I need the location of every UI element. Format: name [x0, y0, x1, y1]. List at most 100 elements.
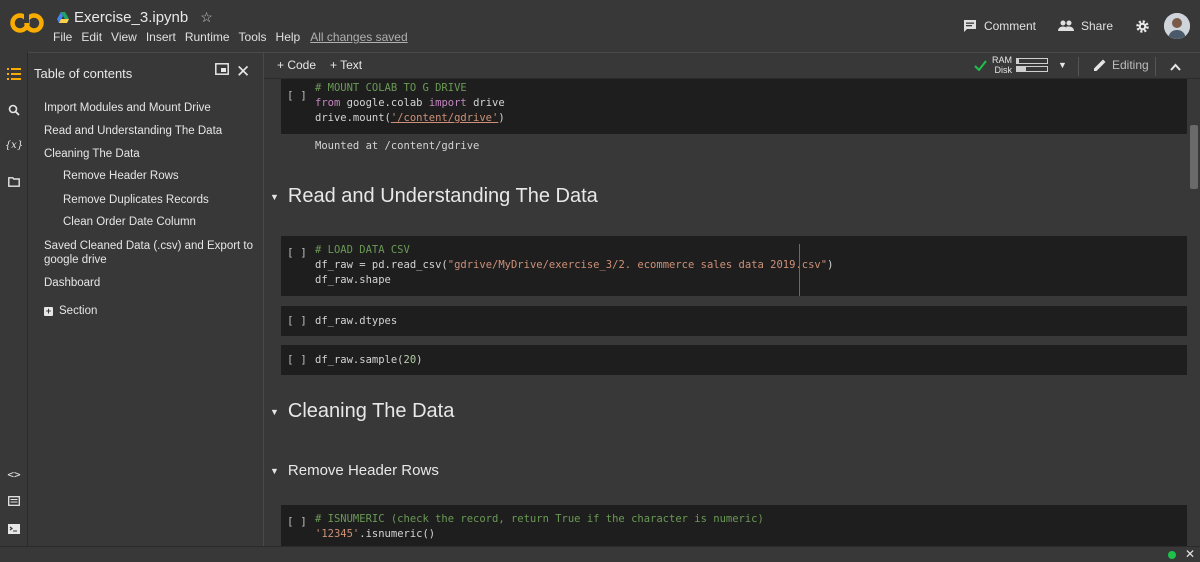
heading-read-data[interactable]: ▼ Read and Understanding The Data	[270, 185, 598, 208]
code-text: google.colab	[340, 97, 429, 109]
heading-text: Cleaning The Data	[287, 400, 455, 422]
connection-status-dot[interactable]	[1168, 551, 1176, 559]
toc-item-remove-header[interactable]: Remove Header Rows	[63, 169, 179, 183]
command-palette-icon[interactable]	[6, 493, 22, 509]
people-icon	[1057, 20, 1074, 31]
save-status-link[interactable]: All changes saved	[310, 30, 407, 44]
user-avatar[interactable]	[1164, 13, 1190, 39]
heading-text: Read and Understanding The Data	[287, 185, 598, 207]
terminal-icon[interactable]	[6, 521, 22, 537]
notebook-content[interactable]: [ ] # MOUNT COLAB TO G DRIVE from google…	[264, 79, 1200, 546]
code-cell-dtypes[interactable]: [ ] df_raw.dtypes	[281, 306, 1187, 336]
editing-mode-button[interactable]: Editing	[1094, 58, 1149, 72]
add-section-label: Section	[59, 305, 98, 317]
table-of-contents-panel: Table of contents ✕ Import Modules and M…	[28, 52, 264, 546]
run-cell-button[interactable]: [ ]	[287, 314, 307, 327]
toc-item-saved-cleaned[interactable]: Saved Cleaned Data (.csv) and Export to …	[44, 239, 256, 267]
variables-icon[interactable]: {x}	[5, 137, 23, 153]
resource-labels: RAM Disk	[992, 55, 1012, 75]
code-snippets-icon[interactable]: <>	[6, 466, 22, 482]
run-cell-button[interactable]: [ ]	[287, 353, 307, 366]
ruler-line	[799, 244, 800, 296]
heading-remove-header-rows[interactable]: ▼ Remove Header Rows	[270, 462, 439, 479]
run-cell-button[interactable]: [ ]	[287, 89, 307, 102]
code-text: df_raw.dtypes	[315, 315, 398, 327]
run-cell-button[interactable]: [ ]	[287, 246, 307, 259]
disk-usage-fill	[1017, 67, 1026, 71]
notebook-file-name[interactable]: Exercise_3.ipynb	[74, 9, 188, 26]
run-cell-button[interactable]: [ ]	[287, 515, 307, 528]
heading-cleaning-data[interactable]: ▼ Cleaning The Data	[270, 400, 454, 423]
toc-item-read-data[interactable]: Read and Understanding The Data	[44, 124, 222, 138]
checkmark-icon	[974, 59, 987, 71]
comment-label: Comment	[983, 19, 1036, 33]
close-icon[interactable]: ✕	[1185, 547, 1195, 561]
share-label: Share	[1080, 19, 1113, 33]
code-editor[interactable]: df_raw.sample(20)	[315, 353, 423, 368]
code-string: '/content/gdrive'	[390, 112, 499, 124]
heading-text: Remove Header Rows	[287, 462, 439, 479]
toc-item-import-modules[interactable]: Import Modules and Mount Drive	[44, 101, 211, 115]
menu-insert[interactable]: Insert	[146, 30, 176, 44]
header-actions: Comment Share	[963, 12, 1200, 40]
ram-usage-fill	[1017, 59, 1019, 63]
colab-logo[interactable]	[10, 10, 44, 36]
menu-edit[interactable]: Edit	[81, 30, 102, 44]
add-section-button[interactable]: + Section	[44, 305, 97, 317]
vertical-scrollbar[interactable]	[1190, 125, 1198, 189]
code-cell-isnumeric[interactable]: [ ] # ISNUMERIC (check the record, retur…	[281, 505, 1187, 546]
code-editor[interactable]: df_raw.dtypes	[315, 314, 397, 329]
code-cell-sample[interactable]: [ ] df_raw.sample(20)	[281, 345, 1187, 375]
add-text-button[interactable]: + Text	[330, 58, 362, 72]
google-drive-icon[interactable]	[57, 11, 69, 23]
toc-item-dashboard[interactable]: Dashboard	[44, 276, 100, 290]
comment-button[interactable]: Comment	[963, 19, 1036, 33]
code-text: drive	[466, 97, 505, 109]
star-icon[interactable]: ☆	[200, 9, 213, 26]
notebook-toolbar: + Code + Text RAM Disk ▼ Editing	[264, 52, 1200, 79]
collapse-caret-icon[interactable]: ▼	[270, 192, 279, 202]
pencil-icon	[1094, 59, 1106, 71]
toc-item-clean-order-date[interactable]: Clean Order Date Column	[63, 215, 196, 229]
code-string: "gdrive/MyDrive/exercise_3/2. ecommerce …	[447, 259, 828, 271]
toc-item-remove-duplicates[interactable]: Remove Duplicates Records	[63, 193, 209, 207]
code-text: )	[416, 354, 423, 366]
share-button[interactable]: Share	[1057, 19, 1113, 33]
code-editor[interactable]: # MOUNT COLAB TO G DRIVE from google.col…	[315, 81, 505, 126]
menu-file[interactable]: File	[53, 30, 72, 44]
chevron-down-icon[interactable]: ▼	[1058, 60, 1067, 70]
open-in-tab-icon[interactable]	[215, 63, 229, 75]
toolbar-divider	[1155, 57, 1156, 76]
gear-icon[interactable]	[1135, 19, 1150, 34]
folder-icon[interactable]	[6, 174, 22, 190]
plus-icon: +	[44, 305, 53, 316]
code-keyword: import	[428, 97, 467, 109]
menu-view[interactable]: View	[111, 30, 137, 44]
code-editor[interactable]: # LOAD DATA CSV df_raw = pd.read_csv("gd…	[315, 243, 833, 288]
menu-runtime[interactable]: Runtime	[185, 30, 230, 44]
toc-item-cleaning[interactable]: Cleaning The Data	[44, 147, 140, 161]
menu-tools[interactable]: Tools	[239, 30, 267, 44]
code-text: drive.mount(	[315, 112, 391, 124]
close-icon[interactable]: ✕	[236, 62, 250, 82]
chevron-up-icon[interactable]	[1170, 63, 1181, 71]
menu-bar: File Edit View Insert Runtime Tools Help…	[53, 30, 417, 44]
add-code-button[interactable]: + Code	[277, 58, 316, 72]
collapse-caret-icon[interactable]: ▼	[270, 407, 279, 417]
code-number: 20	[403, 354, 417, 366]
collapse-caret-icon[interactable]: ▼	[270, 466, 279, 476]
search-icon[interactable]	[6, 102, 22, 118]
left-icon-rail: {x} <>	[0, 52, 28, 546]
resources-indicator[interactable]: RAM Disk ▼	[974, 55, 1067, 75]
toc-icon[interactable]	[6, 66, 22, 82]
code-cell-mount-drive[interactable]: [ ] # MOUNT COLAB TO G DRIVE from google…	[281, 79, 1187, 134]
toc-title: Table of contents	[34, 66, 133, 81]
code-text: df_raw = pd.read_csv(	[315, 259, 448, 271]
code-comment: # ISNUMERIC (check the record, return Tr…	[315, 513, 764, 525]
code-cell-load-csv[interactable]: [ ] # LOAD DATA CSV df_raw = pd.read_csv…	[281, 236, 1187, 296]
resource-bars	[1016, 56, 1048, 74]
code-comment: # MOUNT COLAB TO G DRIVE	[315, 82, 467, 94]
code-string: '12345'	[315, 528, 360, 540]
code-editor[interactable]: # ISNUMERIC (check the record, return Tr…	[315, 512, 764, 542]
menu-help[interactable]: Help	[276, 30, 301, 44]
